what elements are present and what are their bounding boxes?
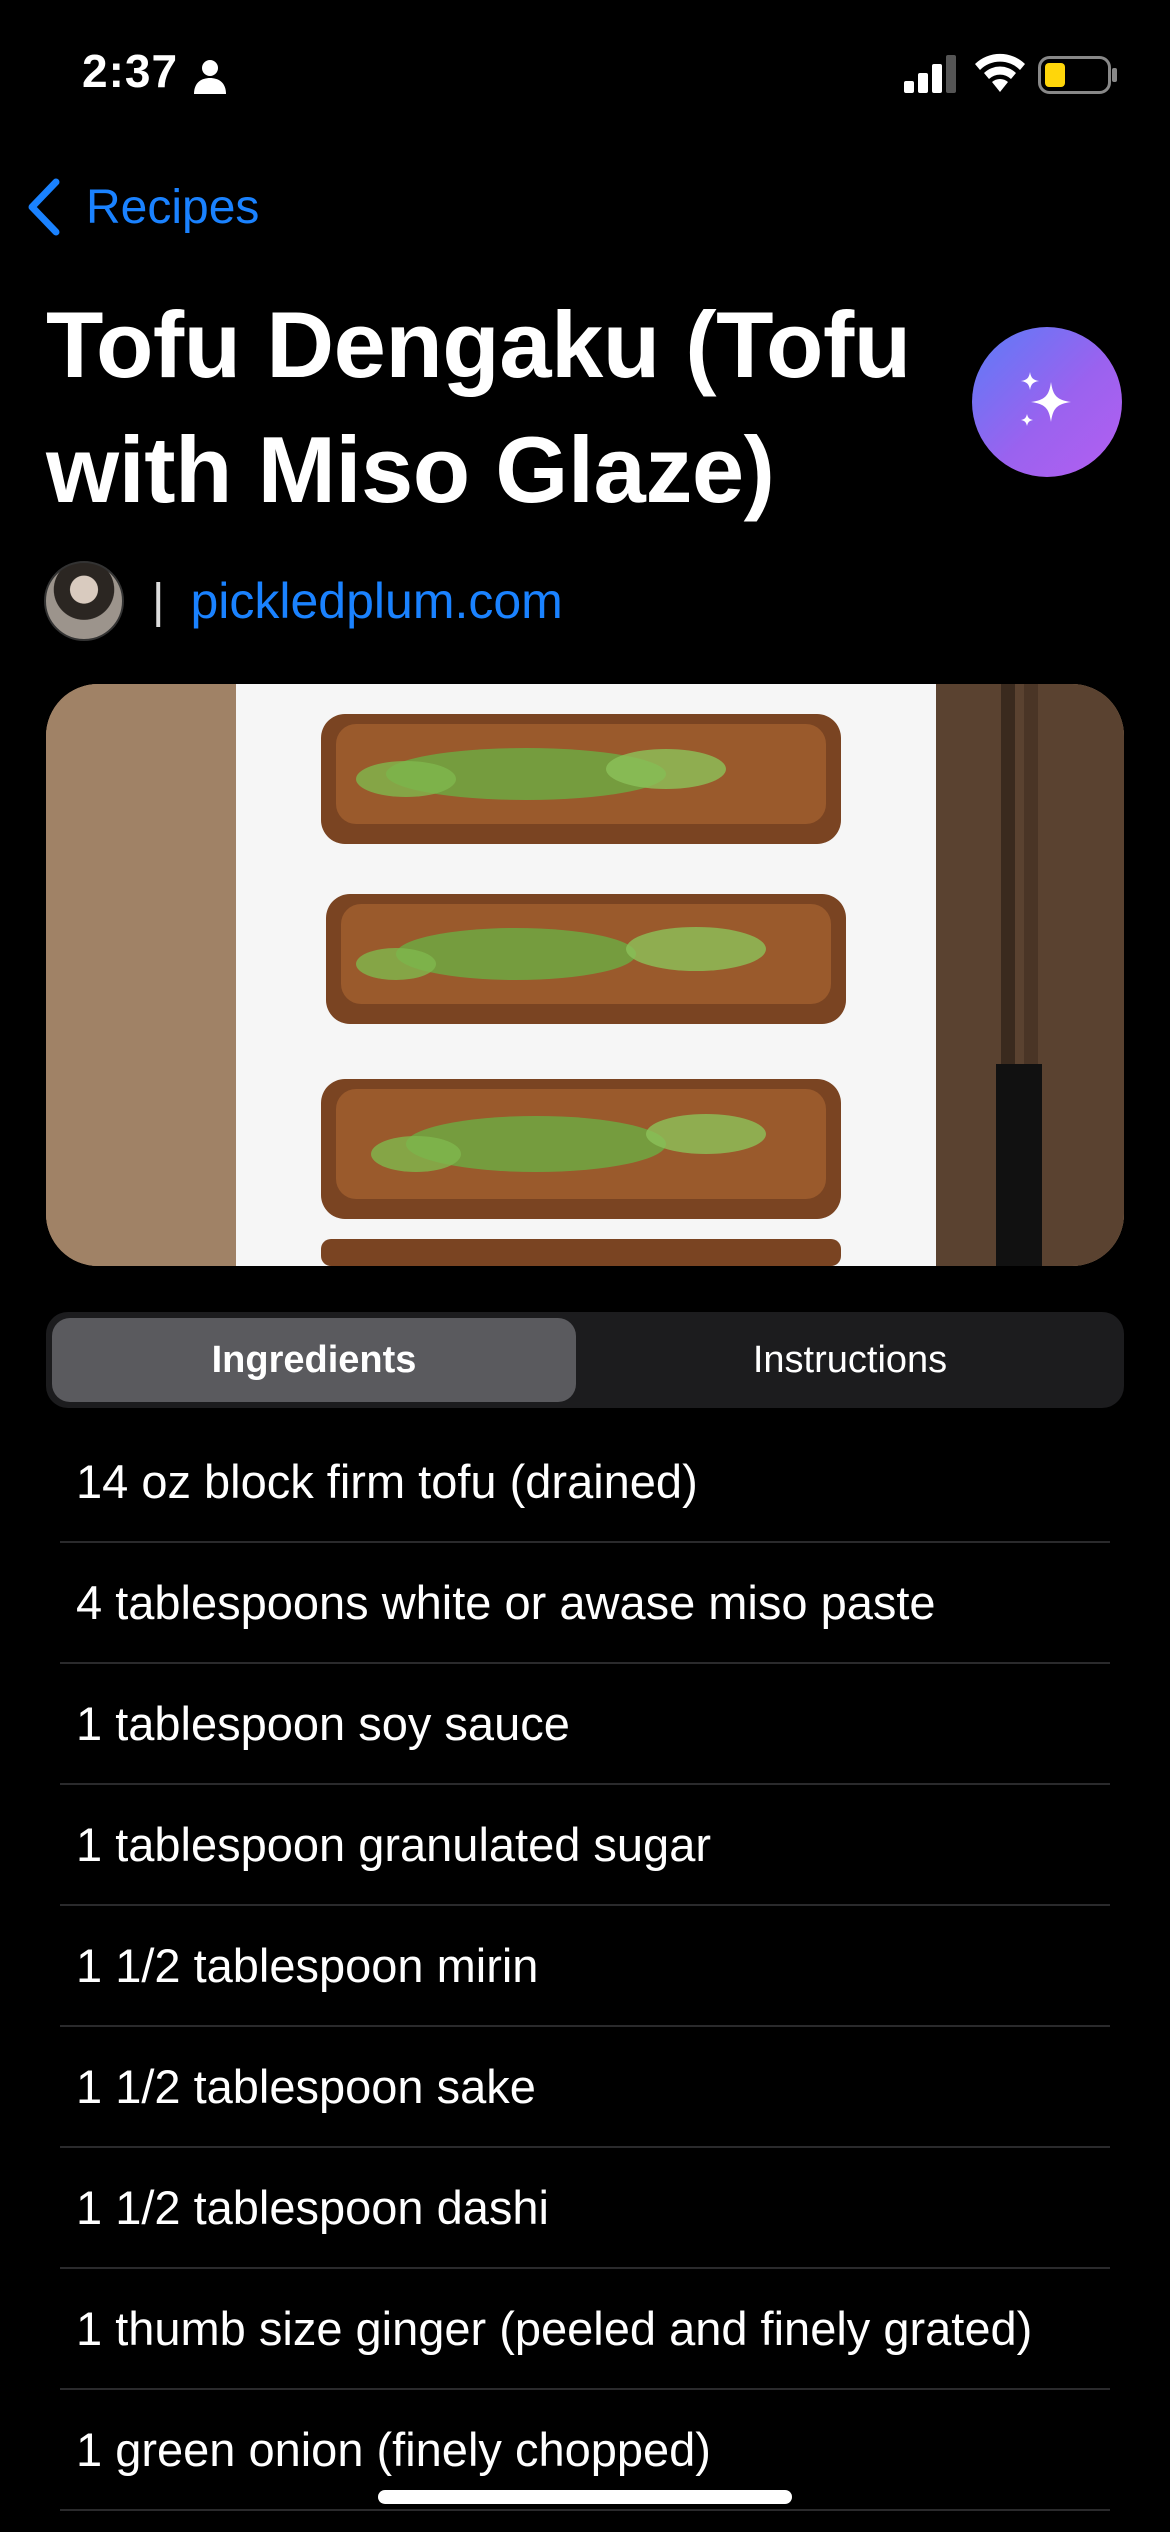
recipe-photo — [46, 684, 1124, 1266]
ingredient-item: 1 1/2 tablespoon dashi — [60, 2148, 1110, 2269]
ingredient-item: 1 thumb size ginger (peeled and finely g… — [60, 2269, 1110, 2390]
source-link[interactable]: pickledplum.com — [190, 572, 562, 630]
ai-assistant-button[interactable] — [972, 327, 1122, 477]
sparkles-icon — [1021, 372, 1071, 426]
ingredient-item: 14 oz block firm tofu (drained) — [60, 1422, 1110, 1543]
ingredients-instructions-tabs: Ingredients Instructions — [46, 1312, 1124, 1408]
ingredient-item: 1 1/2 tablespoon mirin — [60, 1906, 1110, 2027]
ingredient-item: 1 tablespoon soy sauce — [60, 1664, 1110, 1785]
wifi-icon — [975, 53, 1025, 92]
battery-icon — [1038, 56, 1117, 94]
recipe-title: Tofu Dengaku (Tofu with Miso Glaze) — [46, 292, 911, 522]
tofu-dish-illustration — [46, 684, 1124, 1266]
cellular-signal-icon — [904, 55, 956, 93]
back-button[interactable]: Recipes — [26, 172, 259, 242]
status-bar: 2:37 — [0, 0, 1170, 150]
home-indicator[interactable] — [378, 2490, 792, 2504]
ingredient-item: 1 tablespoon granulated sugar — [60, 1785, 1110, 1906]
ingredient-item: 1 1/2 tablespoon sake — [60, 2027, 1110, 2148]
author-avatar — [44, 561, 124, 641]
tab-instructions[interactable]: Instructions — [582, 1318, 1118, 1402]
back-label: Recipes — [86, 180, 260, 234]
chevron-left-icon — [28, 178, 60, 236]
ingredient-item: 4 tablespoons white or awase miso paste — [60, 1543, 1110, 1664]
person-icon — [194, 60, 226, 94]
source-row: | pickledplum.com — [44, 561, 563, 641]
tab-ingredients[interactable]: Ingredients — [52, 1318, 576, 1402]
status-time: 2:37 — [82, 45, 179, 97]
source-separator: | — [152, 574, 165, 628]
ingredients-list: 14 oz block firm tofu (drained) 4 tables… — [60, 1422, 1110, 2511]
